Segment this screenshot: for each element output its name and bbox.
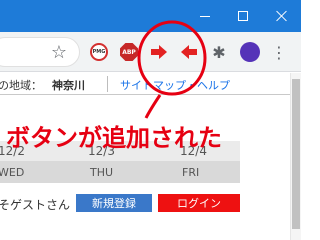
weekday-cell: FRI <box>182 166 200 179</box>
minimize-icon <box>200 15 210 17</box>
divider <box>107 76 108 92</box>
profile-avatar[interactable] <box>238 40 262 64</box>
avatar-icon <box>240 42 260 62</box>
login-button[interactable]: ログイン <box>158 194 240 212</box>
maximize-icon <box>238 11 248 21</box>
arrow-right-extension-button[interactable] <box>147 40 171 64</box>
vertical-scrollbar[interactable] <box>290 73 301 240</box>
sitemap-help-link[interactable]: サイトマップ・ヘルプ <box>120 77 230 93</box>
close-icon <box>276 10 288 22</box>
arrow-left-extension-button[interactable] <box>177 40 201 64</box>
annotation-caption: ボタンが追加された <box>6 124 222 152</box>
region-label: の地域： <box>0 79 42 92</box>
region-bar: の地域： 神奈川 サイトマップ・ヘルプ <box>0 73 290 95</box>
extensions-puzzle-icon[interactable]: ✱ <box>207 40 231 64</box>
minimize-button[interactable] <box>188 0 222 32</box>
pmg-extension-button[interactable]: PMG <box>87 40 111 64</box>
bookmark-star-icon[interactable]: ☆ <box>47 40 71 64</box>
close-button[interactable] <box>263 0 301 32</box>
weekday-cell: THU <box>90 166 114 179</box>
arrow-right-icon <box>151 45 167 59</box>
browser-toolbar: ☆ PMG ABP ✱ ⋮ <box>0 32 301 72</box>
adblock-extension-button[interactable]: ABP <box>117 40 141 64</box>
web-page: の地域： 神奈川 サイトマップ・ヘルプ 12/2 12/3 12/4 WED T… <box>0 73 301 240</box>
adblock-icon: ABP <box>120 43 138 61</box>
arrow-left-icon <box>181 45 197 59</box>
weekday-cell: WED <box>0 166 25 179</box>
window-titlebar <box>0 0 301 32</box>
menu-kebab-icon[interactable]: ⋮ <box>267 40 291 64</box>
region-value[interactable]: 神奈川 <box>52 77 85 93</box>
maximize-button[interactable] <box>226 0 260 32</box>
weekday-row: WED THU FRI <box>0 161 240 183</box>
scrollbar-thumb[interactable] <box>292 79 300 229</box>
pmg-extension-icon: PMG <box>90 43 108 61</box>
guest-row: そゲストさん 新規登録 ログイン <box>0 191 290 215</box>
guest-greeting: そゲストさん <box>0 198 71 212</box>
register-button[interactable]: 新規登録 <box>76 194 152 212</box>
